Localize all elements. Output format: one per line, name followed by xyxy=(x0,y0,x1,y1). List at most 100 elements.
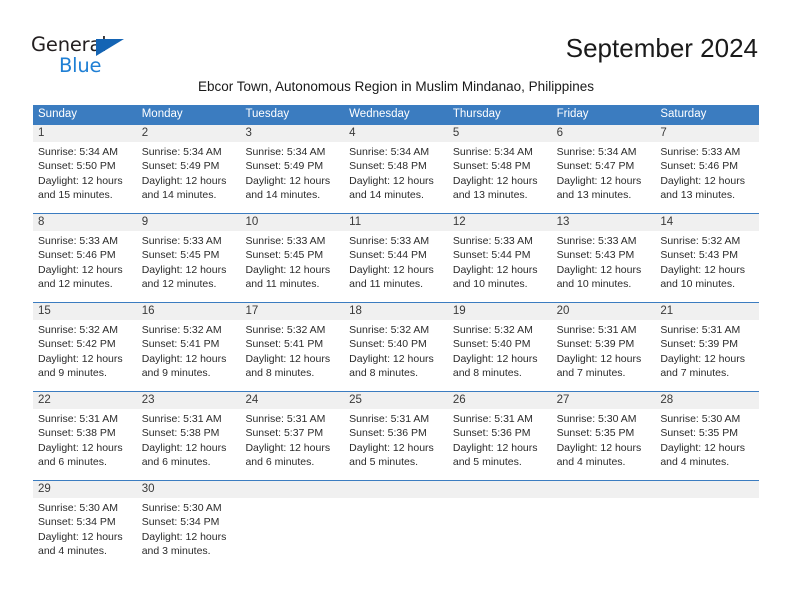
sunrise-text: Sunrise: 5:34 AM xyxy=(245,146,326,158)
day-number[interactable]: 21 xyxy=(655,303,759,320)
day-cell[interactable]: Sunrise: 5:31 AM Sunset: 5:36 PM Dayligh… xyxy=(344,409,448,480)
day-number[interactable]: 16 xyxy=(137,303,241,320)
day-cell[interactable]: Sunrise: 5:33 AM Sunset: 5:46 PM Dayligh… xyxy=(655,142,759,213)
day-number[interactable]: 30 xyxy=(137,481,241,498)
day-number[interactable]: 5 xyxy=(448,125,552,142)
day-cell[interactable]: Sunrise: 5:33 AM Sunset: 5:43 PM Dayligh… xyxy=(552,231,656,302)
week-content-band: Sunrise: 5:31 AM Sunset: 5:38 PM Dayligh… xyxy=(33,409,759,480)
day-number[interactable]: 25 xyxy=(344,392,448,409)
day-cell[interactable]: Sunrise: 5:33 AM Sunset: 5:44 PM Dayligh… xyxy=(344,231,448,302)
day-number[interactable]: 2 xyxy=(137,125,241,142)
day-cell[interactable]: Sunrise: 5:32 AM Sunset: 5:41 PM Dayligh… xyxy=(240,320,344,391)
day-number[interactable]: 4 xyxy=(344,125,448,142)
day-cell[interactable]: Sunrise: 5:30 AM Sunset: 5:35 PM Dayligh… xyxy=(552,409,656,480)
day-number[interactable]: 8 xyxy=(33,214,137,231)
day-number[interactable]: 20 xyxy=(552,303,656,320)
sunrise-text: Sunrise: 5:33 AM xyxy=(38,235,118,247)
day-number[interactable]: 17 xyxy=(240,303,344,320)
day-cell[interactable]: Sunrise: 5:34 AM Sunset: 5:48 PM Dayligh… xyxy=(448,142,552,213)
weekday-header-tuesday: Tuesday xyxy=(245,108,290,120)
day-cell[interactable]: Sunrise: 5:31 AM Sunset: 5:39 PM Dayligh… xyxy=(552,320,656,391)
daylight-text-line2: and 11 minutes. xyxy=(349,278,424,291)
day-number[interactable]: 12 xyxy=(448,214,552,231)
generalblue-logo[interactable]: General Blue xyxy=(31,33,141,79)
day-number[interactable]: 10 xyxy=(240,214,344,231)
day-number-empty xyxy=(552,481,656,498)
sunset-text: Sunset: 5:43 PM xyxy=(660,249,738,262)
day-cell[interactable]: Sunrise: 5:32 AM Sunset: 5:41 PM Dayligh… xyxy=(137,320,241,391)
daylight-text-line1: Daylight: 12 hours xyxy=(245,352,331,365)
day-number[interactable]: 15 xyxy=(33,303,137,320)
day-cell[interactable]: Sunrise: 5:32 AM Sunset: 5:40 PM Dayligh… xyxy=(448,320,552,391)
day-cell[interactable]: Sunrise: 5:31 AM Sunset: 5:38 PM Dayligh… xyxy=(33,409,137,480)
sunset-text: Sunset: 5:36 PM xyxy=(349,427,427,440)
day-number[interactable]: 14 xyxy=(655,214,759,231)
day-cell[interactable]: Sunrise: 5:33 AM Sunset: 5:44 PM Dayligh… xyxy=(448,231,552,302)
day-cell[interactable]: Sunrise: 5:32 AM Sunset: 5:40 PM Dayligh… xyxy=(344,320,448,391)
sunrise-text: Sunrise: 5:34 AM xyxy=(452,146,533,158)
day-number[interactable]: 19 xyxy=(448,303,552,320)
day-cell[interactable]: Sunrise: 5:34 AM Sunset: 5:48 PM Dayligh… xyxy=(344,142,448,213)
week-daynumber-band: 1 2 3 4 5 6 7 xyxy=(33,125,759,142)
day-cell[interactable]: Sunrise: 5:31 AM Sunset: 5:39 PM Dayligh… xyxy=(655,320,759,391)
day-number[interactable]: 28 xyxy=(655,392,759,409)
logo-triangle-icon xyxy=(96,38,124,56)
sunrise-text: Sunrise: 5:32 AM xyxy=(38,324,118,336)
day-number-empty xyxy=(448,481,552,498)
day-cell[interactable]: Sunrise: 5:30 AM Sunset: 5:34 PM Dayligh… xyxy=(137,498,241,569)
day-number[interactable]: 6 xyxy=(552,125,656,142)
daylight-text-line2: and 10 minutes. xyxy=(660,278,736,291)
sunrise-text: Sunrise: 5:32 AM xyxy=(245,324,326,336)
day-number[interactable]: 27 xyxy=(552,392,656,409)
sunrise-text: Sunrise: 5:32 AM xyxy=(660,235,741,247)
sunrise-text: Sunrise: 5:33 AM xyxy=(349,235,430,247)
sunrise-text: Sunrise: 5:31 AM xyxy=(245,413,326,425)
week-content-band: Sunrise: 5:32 AM Sunset: 5:42 PM Dayligh… xyxy=(33,320,759,391)
sunrise-text: Sunrise: 5:32 AM xyxy=(141,324,222,336)
day-number[interactable]: 7 xyxy=(655,125,759,142)
day-number[interactable]: 18 xyxy=(344,303,448,320)
day-number[interactable]: 29 xyxy=(33,481,137,498)
day-cell[interactable]: Sunrise: 5:31 AM Sunset: 5:37 PM Dayligh… xyxy=(240,409,344,480)
sunset-text: Sunset: 5:39 PM xyxy=(660,338,738,351)
daylight-text-line2: and 8 minutes. xyxy=(349,367,419,380)
day-cell[interactable]: Sunrise: 5:34 AM Sunset: 5:50 PM Dayligh… xyxy=(33,142,137,213)
daylight-text-line1: Daylight: 12 hours xyxy=(452,352,538,365)
day-cell[interactable]: Sunrise: 5:34 AM Sunset: 5:49 PM Dayligh… xyxy=(137,142,241,213)
sunset-text: Sunset: 5:36 PM xyxy=(452,427,531,440)
day-cell[interactable]: Sunrise: 5:33 AM Sunset: 5:45 PM Dayligh… xyxy=(240,231,344,302)
sunrise-text: Sunrise: 5:31 AM xyxy=(556,324,637,336)
day-number[interactable]: 26 xyxy=(448,392,552,409)
day-number[interactable]: 13 xyxy=(552,214,656,231)
day-number[interactable]: 11 xyxy=(344,214,448,231)
day-cell[interactable]: Sunrise: 5:34 AM Sunset: 5:49 PM Dayligh… xyxy=(240,142,344,213)
day-number[interactable]: 23 xyxy=(137,392,241,409)
sunset-text: Sunset: 5:40 PM xyxy=(452,338,531,351)
day-cell[interactable]: Sunrise: 5:32 AM Sunset: 5:42 PM Dayligh… xyxy=(33,320,137,391)
sunset-text: Sunset: 5:45 PM xyxy=(245,249,324,262)
daylight-text-line2: and 9 minutes. xyxy=(141,367,211,380)
day-cell[interactable]: Sunrise: 5:33 AM Sunset: 5:46 PM Dayligh… xyxy=(33,231,137,302)
day-number[interactable]: 1 xyxy=(33,125,137,142)
day-cell[interactable]: Sunrise: 5:33 AM Sunset: 5:45 PM Dayligh… xyxy=(137,231,241,302)
day-number[interactable]: 9 xyxy=(137,214,241,231)
day-cell[interactable]: Sunrise: 5:32 AM Sunset: 5:43 PM Dayligh… xyxy=(655,231,759,302)
day-cell[interactable]: Sunrise: 5:31 AM Sunset: 5:36 PM Dayligh… xyxy=(448,409,552,480)
sunrise-text: Sunrise: 5:31 AM xyxy=(38,413,118,425)
day-cell[interactable]: Sunrise: 5:30 AM Sunset: 5:34 PM Dayligh… xyxy=(33,498,137,569)
day-cell[interactable]: Sunrise: 5:30 AM Sunset: 5:35 PM Dayligh… xyxy=(655,409,759,480)
daylight-text-line2: and 10 minutes. xyxy=(556,278,632,291)
calendar-page: General Blue September 2024 Ebcor Town, … xyxy=(0,0,792,612)
daylight-text-line2: and 13 minutes. xyxy=(452,189,528,202)
day-cell[interactable]: Sunrise: 5:31 AM Sunset: 5:38 PM Dayligh… xyxy=(137,409,241,480)
day-number-empty xyxy=(655,481,759,498)
day-cell[interactable]: Sunrise: 5:34 AM Sunset: 5:47 PM Dayligh… xyxy=(552,142,656,213)
sunrise-text: Sunrise: 5:32 AM xyxy=(349,324,430,336)
day-number-empty xyxy=(240,481,344,498)
day-number[interactable]: 3 xyxy=(240,125,344,142)
day-number[interactable]: 24 xyxy=(240,392,344,409)
page-title: September 2024 xyxy=(565,33,758,63)
week-row: 15 16 17 18 19 20 21 Sunrise: 5:32 AM Su… xyxy=(33,302,759,391)
day-number[interactable]: 22 xyxy=(33,392,137,409)
sunrise-text: Sunrise: 5:33 AM xyxy=(452,235,533,247)
